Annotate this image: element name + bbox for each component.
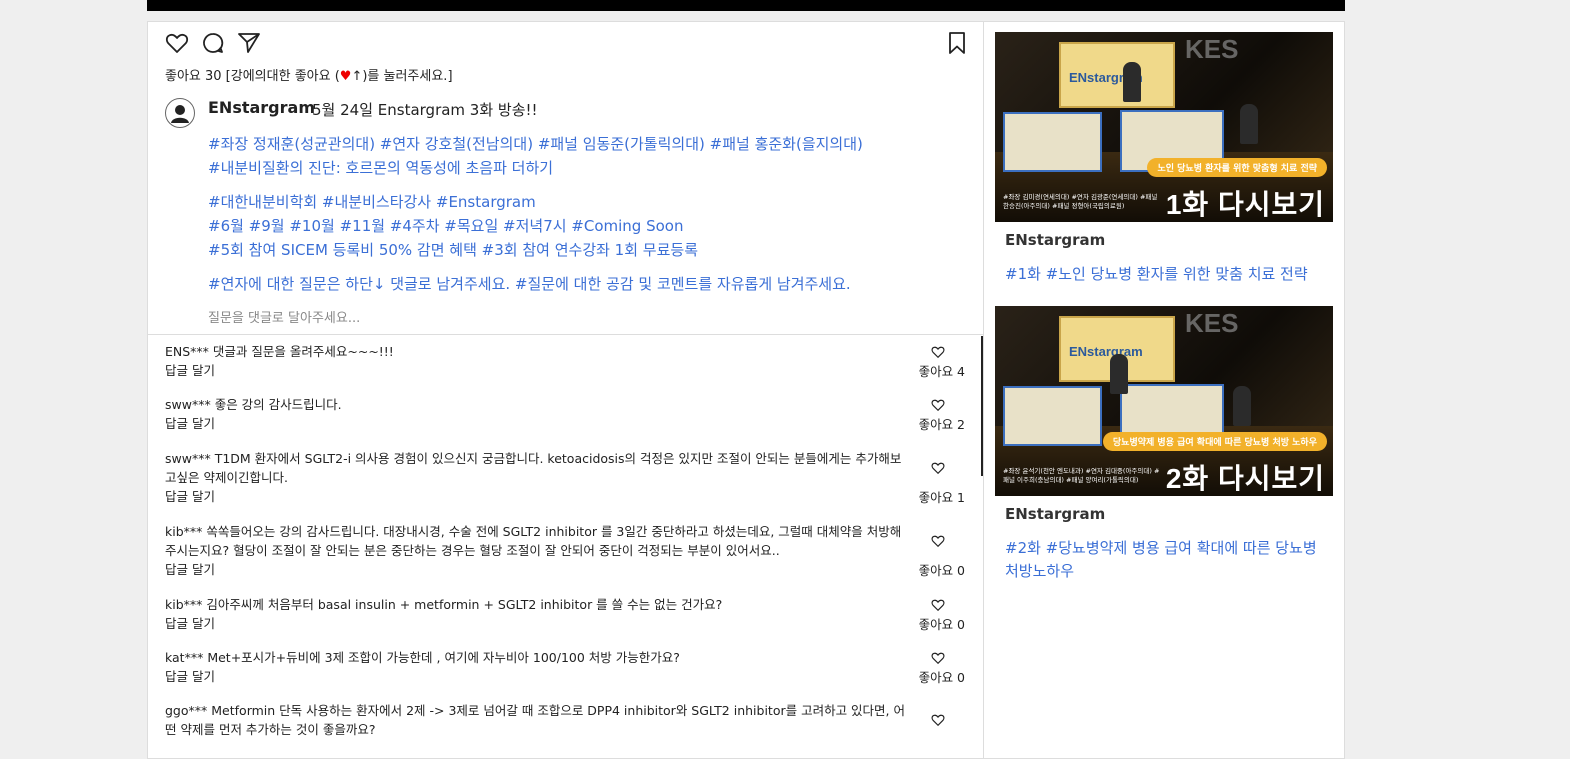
comment-item: kat*** Met+포시가+듀비에 3제 조합이 가능한데 , 여기에 자누비… (165, 648, 965, 686)
reply-link[interactable]: 답글 달기 (165, 614, 965, 633)
comment-user: ggo*** (165, 703, 208, 718)
comment-likes: 좋아요 0 (918, 563, 965, 578)
divider (148, 334, 983, 335)
likes-arrow: ↑ (351, 69, 363, 84)
share-icon[interactable] (237, 31, 261, 55)
top-black-bar (147, 0, 1345, 11)
comment-text: T1DM 환자에서 SGLT2-i 의사용 경험이 있으신지 궁금합니다. ke… (165, 451, 902, 485)
post-title: 5월 24일 Enstargram 3화 방송!! (312, 101, 538, 119)
reply-link[interactable]: 답글 달기 (165, 414, 965, 433)
comment-item: kib*** 쏙쏙들어오는 강의 감사드립니다. 대장내시경, 수술 전에 SG… (165, 522, 965, 579)
comment-user: sww*** (165, 397, 211, 412)
comment-heart-icon[interactable] (931, 651, 945, 665)
thumb-episode: 1화 다시보기 (1165, 189, 1325, 220)
comment-likes: 좋아요 1 (918, 490, 965, 505)
comment-likes: 좋아요 4 (918, 364, 965, 379)
thumb-episode: 2화 다시보기 (1165, 463, 1325, 494)
comment-likes: 좋아요 2 (918, 417, 965, 432)
comment-user: ENS*** (165, 344, 209, 359)
post-column: 좋아요 30 [강에의대한 좋아요 (♥↑)를 눌러주세요.] ENstargr… (148, 22, 984, 759)
comment-text: 쏙쏙들어오는 강의 감사드립니다. 대장내시경, 수술 전에 SGLT2 inh… (165, 524, 902, 558)
avatar[interactable] (165, 98, 195, 128)
comment-text: 김아주씨께 처음부터 basal insulin + metformin + S… (206, 597, 723, 612)
video-thumbnail[interactable]: KES ENstargram 당뇨병약제 병용 급여 확대에 따른 당뇨병 처방… (995, 306, 1333, 496)
comment-item: sww*** 좋은 강의 감사드립니다. 답글 달기 좋아요 2 (165, 395, 965, 433)
thumb-credits: #좌장 김미경(연세의대) #연자 김광준(연세의대) #패널 한승진(아주의대… (1003, 193, 1158, 210)
likes-heart: ♥ (339, 69, 352, 84)
comment-text: 좋은 강의 감사드립니다. (214, 397, 342, 412)
likes-count: 좋아요 30 [강에의대한 좋아요 (♥↑)를 눌러주세요.] (165, 65, 453, 84)
comment-heart-icon[interactable] (931, 398, 945, 412)
post-author[interactable]: ENstargram (208, 98, 315, 117)
tag-line[interactable]: #6월 #9월 #10월 #11월 #4주차 #목요일 #저녁7시 #Comin… (208, 214, 948, 238)
video-card[interactable]: KES ENstargram 노인 당뇨병 환자를 위한 맞춤형 치료 전략 #… (995, 32, 1333, 283)
comment-likes: 좋아요 0 (918, 617, 965, 632)
thumb-banner: 노인 당뇨병 환자를 위한 맞춤형 치료 전략 (1147, 158, 1327, 177)
video-card[interactable]: KES ENstargram 당뇨병약제 병용 급여 확대에 따른 당뇨병 처방… (995, 306, 1333, 580)
comment-heart-icon[interactable] (931, 713, 945, 727)
comment-heart-icon[interactable] (931, 598, 945, 612)
comment-text: Met+포시가+듀비에 3제 조합이 가능한데 , 여기에 자누비아 100/1… (207, 650, 680, 665)
comment-likes: 좋아요 0 (918, 670, 965, 685)
bookmark-icon[interactable] (945, 31, 969, 55)
scrollbar[interactable] (981, 336, 983, 476)
comment-user: kib*** (165, 597, 203, 612)
comment-text: Metformin 단독 사용하는 환자에서 2제 -> 3제로 넘어갈 때 조… (165, 703, 905, 737)
comment-item: kib*** 김아주씨께 처음부터 basal insulin + metfor… (165, 595, 965, 633)
reply-link[interactable]: 답글 달기 (165, 667, 965, 686)
tag-line[interactable]: #내분비질환의 진단: 호르몬의 역동성에 초음파 더하기 (208, 156, 948, 180)
thumb-brand: KES (1185, 34, 1239, 64)
comment-text: 댓글과 질문을 올려주세요~~~!!! (212, 344, 394, 359)
comment-item: sww*** T1DM 환자에서 SGLT2-i 의사용 경험이 있으신지 궁금… (165, 449, 965, 506)
heart-icon[interactable] (165, 31, 189, 55)
post-tags: #좌장 정재훈(성균관의대) #연자 강호철(전남의대) #패널 임동준(가톨릭… (208, 132, 948, 296)
likes-text: 좋아요 30 [강에의대한 좋아요 ( (165, 69, 340, 84)
video-tags[interactable]: #2화 #당뇨병약제 병용 급여 확대에 따른 당뇨병 처방노하우 (1005, 537, 1330, 583)
thumb-logo: ENstargram (1069, 344, 1143, 359)
comment-user: kib*** (165, 524, 203, 539)
thumb-banner: 당뇨병약제 병용 급여 확대에 따른 당뇨병 처방 노하우 (1102, 432, 1327, 451)
reply-link[interactable]: 답글 달기 (165, 487, 965, 506)
reply-link[interactable]: 답글 달기 (165, 560, 965, 579)
post-actions (165, 31, 261, 55)
comment-user: sww*** (165, 451, 211, 466)
video-author[interactable]: ENstargram (1005, 505, 1105, 523)
thumb-brand: KES (1185, 308, 1239, 338)
comment-item: ggo*** Metformin 단독 사용하는 환자에서 2제 -> 3제로 … (165, 701, 965, 739)
tag-line[interactable]: #5회 참여 SICEM 등록비 50% 감면 혜택 #3회 참여 연수강좌 1… (208, 238, 948, 262)
tag-line[interactable]: #좌장 정재훈(성균관의대) #연자 강호철(전남의대) #패널 임동준(가톨릭… (208, 132, 948, 156)
comment-input[interactable] (208, 308, 808, 328)
likes-suffix: )를 눌러주세요.] (362, 69, 453, 84)
tag-line[interactable]: #대한내분비학회 #내분비스타강사 #Enstargram (208, 190, 948, 214)
video-thumbnail[interactable]: KES ENstargram 노인 당뇨병 환자를 위한 맞춤형 치료 전략 #… (995, 32, 1333, 222)
comment-item: ENS*** 댓글과 질문을 올려주세요~~~!!! 답글 달기 좋아요 4 (165, 342, 965, 380)
comments-list[interactable]: ENS*** 댓글과 질문을 올려주세요~~~!!! 답글 달기 좋아요 4 s… (148, 336, 983, 756)
video-tags[interactable]: #1화 #노인 당뇨병 환자를 위한 맞춤 치료 전략 (1005, 263, 1330, 286)
comment-heart-icon[interactable] (931, 345, 945, 359)
reply-link[interactable]: 답글 달기 (165, 361, 965, 380)
video-author[interactable]: ENstargram (1005, 231, 1105, 249)
comment-icon[interactable] (201, 31, 225, 55)
comment-heart-icon[interactable] (931, 461, 945, 475)
comment-user: kat*** (165, 650, 204, 665)
tag-line[interactable]: #연자에 대한 질문은 하단↓ 댓글로 남겨주세요. #질문에 대한 공감 및 … (208, 272, 948, 296)
comment-heart-icon[interactable] (931, 534, 945, 548)
thumb-credits: #좌장 윤석기(천안 엔도내과) #연자 김대중(아주의대) #패널 이주희(충… (1003, 467, 1160, 484)
